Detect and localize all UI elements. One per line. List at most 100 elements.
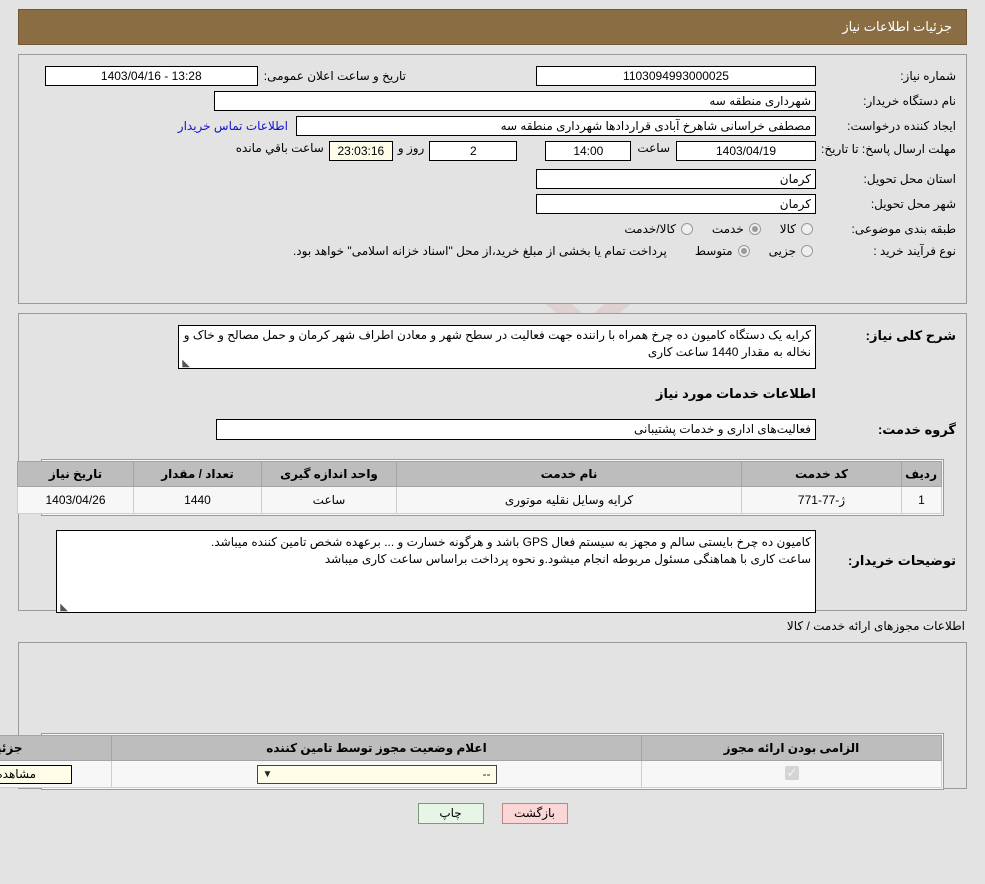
announce-label: تاریخ و ساعت اعلان عمومی: (263, 69, 406, 83)
buyer-notes-textarea[interactable]: کامیون ده چرخ بایستی سالم و مجهز به سیست… (56, 530, 816, 613)
row-category: طبقه بندی موضوعی: کالا خدمت کالا/خدمت (19, 221, 966, 237)
requester-label: ایجاد کننده درخواست: (847, 119, 956, 133)
need-number-label: شماره نیاز: (900, 69, 956, 83)
buyer-org-label: نام دستگاه خریدار: (863, 94, 956, 108)
deadline-date-value: 1403/04/19 (676, 141, 816, 161)
deadline-label: مهلت ارسال پاسخ: تا تاریخ: (821, 142, 956, 156)
items-col-name: نام خدمت (396, 461, 742, 487)
process-option-medium[interactable]: متوسط (693, 244, 753, 258)
permits-col-required: الزامی بودن ارائه مجوز (641, 735, 942, 761)
items-col-unit: واحد اندازه گیری (261, 461, 397, 487)
page-title-bar: جزئیات اطلاعات نیاز (18, 9, 967, 45)
process-label: نوع فرآیند خرید : (873, 244, 956, 258)
permits-table: الزامی بودن ارائه مجوز اعلام وضعیت مجوز … (0, 735, 942, 788)
service-details-panel: شرح کلی نیاز: کرایه یک دستگاه کامیون ده … (17, 313, 967, 614)
items-cell-name: کرایه وسایل نقلیه موتوری (396, 486, 742, 514)
province-value: کرمان (536, 169, 816, 189)
deadline-hour-label: ساعت (637, 141, 670, 155)
row-requester: ایجاد کننده درخواست: مصطفی خراسانی شاهرخ… (19, 115, 966, 137)
row-service-group: گروه خدمت: فعالیت‌های اداری و خدمات پشتی… (19, 418, 966, 441)
permits-cell-status: ▼ -- (111, 760, 642, 788)
radio-icon-minor[interactable] (801, 245, 813, 257)
row-city: شهر محل تحویل: کرمان (19, 193, 966, 215)
items-col-date: تاریخ نیاز (17, 461, 134, 487)
service-group-label: گروه خدمت: (877, 421, 956, 437)
footer-buttons: بازگشت چاپ (0, 803, 985, 824)
buyer-contact-link[interactable]: اطلاعات تماس خریدار (178, 119, 288, 133)
permit-status-select[interactable]: ▼ -- (256, 764, 497, 784)
permits-table-header-row: الزامی بودن ارائه مجوز اعلام وضعیت مجوز … (0, 735, 942, 761)
items-cell-code: ژ-77-771 (741, 486, 902, 514)
chevron-down-icon: ▼ (262, 768, 273, 780)
view-permit-button[interactable]: مشاهده مجوز (0, 764, 72, 784)
items-cell-date: 1403/04/26 (17, 486, 134, 514)
process-radio-group: جزیی متوسط (693, 244, 816, 258)
items-cell-qty: 1440 (133, 486, 262, 514)
permits-cell-details: مشاهده مجوز (0, 760, 112, 788)
category-option-goods-service[interactable]: کالا/خدمت (622, 222, 695, 236)
items-cell-unit: ساعت (261, 486, 397, 514)
buyer-notes-line-2: ساعت کاری با هماهنگی مسئول مربوطه انجام … (324, 552, 811, 566)
process-option-medium-label: متوسط (694, 244, 733, 258)
items-col-code: کد خدمت (741, 461, 902, 487)
category-radio-group: کالا خدمت کالا/خدمت (622, 222, 816, 236)
items-col-qty: تعداد / مقدار (133, 461, 262, 487)
category-option-service-label: خدمت (711, 222, 744, 236)
need-info-panel: شماره نیاز: 1103094993000025 تاریخ و ساع… (18, 54, 967, 304)
category-label: طبقه بندی موضوعی: (851, 222, 956, 236)
city-value: کرمان (536, 194, 816, 214)
description-text: کرایه یک دستگاه کامیون ده چرخ همراه با ر… (183, 328, 811, 359)
requester-value: مصطفی خراسانی شاهرخ آبادی قراردادها شهرد… (296, 116, 816, 136)
print-button[interactable]: چاپ (417, 803, 484, 824)
province-label: استان محل تحویل: (863, 172, 956, 186)
table-row: ▼ -- مشاهده مجوز (0, 760, 942, 788)
need-number-value: 1103094993000025 (536, 66, 816, 86)
page-title: جزئیات اطلاعات نیاز (842, 19, 952, 34)
row-general-description: شرح کلی نیاز: کرایه یک دستگاه کامیون ده … (19, 324, 966, 370)
announce-value: 1403/04/16 - 13:28 (44, 66, 258, 86)
permits-table-container: الزامی بودن ارائه مجوز اعلام وضعیت مجوز … (0, 733, 944, 793)
days-remaining-value: 2 (429, 141, 518, 161)
deadline-hour-value: 14:00 (545, 141, 632, 161)
items-col-row: ردیف (901, 461, 942, 487)
required-permit-checkbox (784, 765, 799, 781)
items-cell-row: 1 (901, 486, 942, 514)
radio-icon-goods[interactable] (801, 223, 813, 235)
permits-col-details: جزئیات (0, 735, 112, 761)
row-province: استان محل تحویل: کرمان (19, 168, 966, 190)
buyer-org-value: شهرداری منطقه سه (214, 91, 816, 111)
buyer-notes-line-1: کامیون ده چرخ بایستی سالم و مجهز به سیست… (211, 535, 811, 549)
row-process-type: نوع فرآیند خرید : جزیی متوسط پرداخت تمام… (19, 243, 966, 259)
process-option-minor-label: جزیی (768, 244, 796, 258)
radio-icon-service[interactable] (748, 223, 761, 235)
city-label: شهر محل تحویل: (870, 197, 956, 211)
row-buyer-notes: توضیحات خریدار: کامیون ده چرخ بایستی سال… (19, 529, 966, 614)
category-option-goods-service-label: کالا/خدمت (624, 222, 676, 236)
permits-cell-required (641, 760, 942, 788)
category-option-service[interactable]: خدمت (710, 222, 764, 236)
buyer-notes-label: توضیحات خریدار: (848, 553, 956, 568)
radio-icon-medium[interactable] (737, 245, 750, 257)
items-table-header-row: ردیف کد خدمت نام خدمت واحد اندازه گیری ت… (17, 461, 942, 487)
resize-grip-icon[interactable]: ◣ (59, 603, 68, 613)
page-root: جزئیات اطلاعات نیاز شماره نیاز: 11030949… (0, 9, 985, 824)
resize-grip-icon[interactable]: ◣ (181, 359, 190, 369)
description-textarea[interactable]: کرایه یک دستگاه کامیون ده چرخ همراه با ر… (178, 325, 816, 369)
time-remaining-value: 23:03:16 (328, 141, 393, 161)
time-remaining-unit-label: ساعت باقي مانده (235, 141, 324, 155)
category-option-goods[interactable]: کالا (778, 222, 816, 236)
row-buyer-org: نام دستگاه خریدار: شهرداری منطقه سه (19, 90, 966, 112)
permits-panel: الزامی بودن ارائه مجوز اعلام وضعیت مجوز … (0, 642, 967, 790)
service-group-value: فعالیت‌های اداری و خدمات پشتیبانی (216, 419, 816, 440)
table-row: 1 ژ-77-771 کرایه وسایل نقلیه موتوری ساعت… (17, 486, 942, 514)
permits-col-status: اعلام وضعیت مجوز توسط تامین کننده (111, 735, 642, 761)
days-unit-label: روز و (397, 141, 425, 155)
process-option-minor[interactable]: جزیی (767, 244, 816, 258)
row-need-number: شماره نیاز: 1103094993000025 تاریخ و ساع… (19, 65, 966, 87)
back-button[interactable]: بازگشت (501, 803, 568, 824)
radio-icon-goods-service[interactable] (680, 223, 693, 235)
items-table: ردیف کد خدمت نام خدمت واحد اندازه گیری ت… (17, 461, 942, 514)
services-section-title: اطلاعات خدمات مورد نیاز (655, 386, 816, 401)
items-table-container: ردیف کد خدمت نام خدمت واحد اندازه گیری ت… (17, 459, 944, 519)
category-option-goods-label: کالا (779, 222, 796, 236)
